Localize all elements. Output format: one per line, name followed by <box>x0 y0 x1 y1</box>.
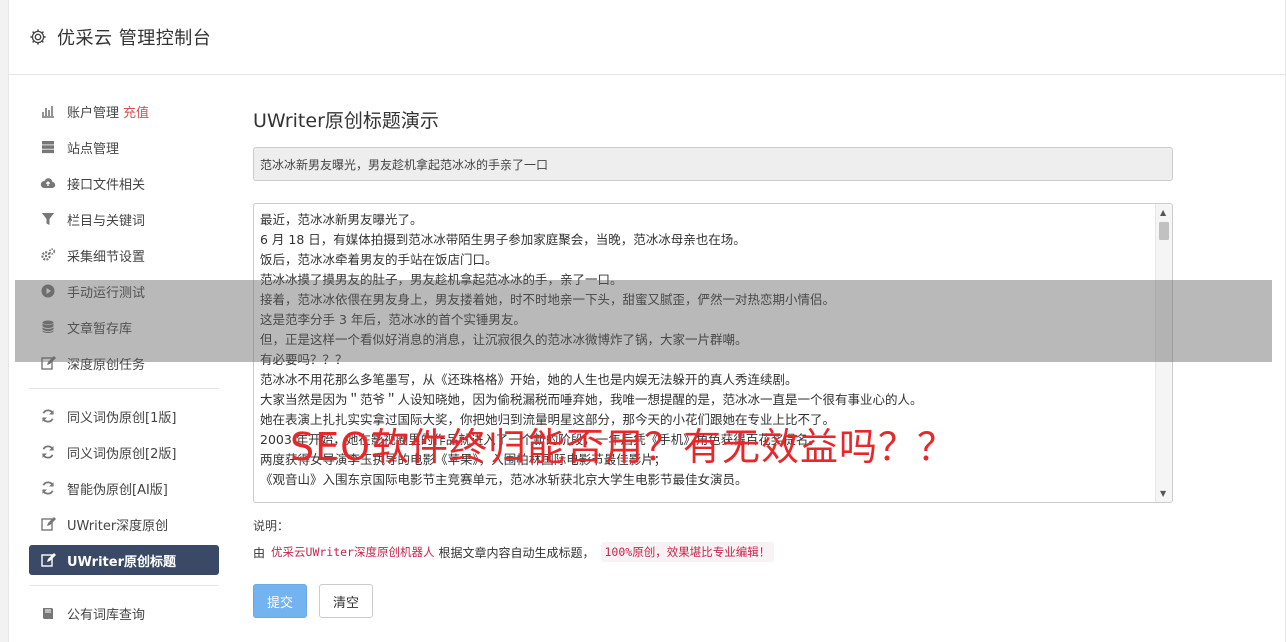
recharge-link[interactable]: 充值 <box>123 102 149 121</box>
page-title: UWriter原创标题演示 <box>253 110 439 132</box>
scroll-down-arrow-icon[interactable]: ▼ <box>1160 489 1166 498</box>
sidebar-item-account[interactable]: 账户管理 充值 <box>29 96 219 126</box>
content-line: 大家当然是因为＂范爷＂人设知晓她，因为偷税漏税而唾弃她，我唯一想提醒的是，范冰冰… <box>260 392 923 407</box>
scrollbar-thumb[interactable] <box>1159 222 1169 240</box>
sidebar-item-synonym-v1[interactable]: 同义词伪原创[1版] <box>29 401 219 431</box>
watermark-overlay-band <box>15 280 1272 362</box>
sidebar-item-label: 智能伪原创[AI版] <box>67 482 168 498</box>
sidebar-item-label: 接口文件相关 <box>67 177 146 193</box>
content-line: 《观音山》入围东京国际电影节主竞赛单元，范冰冰斩获北京大学生电影节最佳女演员。 <box>260 472 748 487</box>
refresh-icon <box>39 408 57 424</box>
sidebar-item-interface-files[interactable]: 接口文件相关 <box>29 168 219 198</box>
generated-title-value: 范冰冰新男友曝光，男友趁机拿起范冰冰的手亲了一口 <box>260 157 549 172</box>
sidebar-divider <box>29 388 219 389</box>
content-line: 范冰冰不用花那么多笔墨写，从《还珠格格》开始，她的人生也是内娱无法躲开的真人秀连… <box>260 372 798 387</box>
app-title: 优采云 管理控制台 <box>57 28 212 49</box>
note-middle: 根据文章内容自动生成标题， <box>438 545 595 560</box>
sidebar-item-label: 公有词库查询 <box>67 607 146 623</box>
watermark-overlay-text: SEO软件终归能否用？有无效益吗？？ <box>290 425 957 469</box>
note-label: 说明： <box>253 519 290 533</box>
filter-icon <box>39 211 57 227</box>
sidebar-item-label: UWriter深度原创 <box>67 518 169 534</box>
note-highlight: 100%原创，效果堪比专业编辑！ <box>600 542 775 562</box>
sidebar-item-sites[interactable]: 站点管理 <box>29 132 219 162</box>
sidebar-item-public-lexicon[interactable]: 公有词库查询 <box>29 598 219 628</box>
content-line: 最近，范冰冰新男友曝光了。 <box>260 212 423 227</box>
sidebar-item-label: 同义词伪原创[2版] <box>67 446 177 462</box>
content-line: 6 月 18 日，有媒体拍摄到范冰冰带陌生男子参加家庭聚会，当晚，范冰冰母亲也在… <box>260 232 746 247</box>
sidebar-item-label: 站点管理 <box>67 141 120 157</box>
refresh-icon <box>39 444 57 460</box>
server-icon <box>39 139 57 155</box>
sidebar-item-label: 采集细节设置 <box>67 249 146 265</box>
note-robot-name: 优采云UWriter深度原创机器人 <box>271 545 435 559</box>
sidebar: 账户管理 充值 站点管理 接口文件相关 栏目与关键词 采集细节设置 手动运行测试… <box>29 96 219 634</box>
note-text: 由 优采云UWriter深度原创机器人 根据文章内容自动生成标题， 100%原创… <box>253 542 1173 562</box>
header-bar: 优采云 管理控制台 <box>9 0 1285 75</box>
refresh-icon <box>39 480 57 496</box>
edit-icon <box>39 516 57 532</box>
sidebar-item-label: 账户管理 <box>67 105 120 121</box>
form-buttons: 提交 清空 <box>253 584 1173 618</box>
gear-icon <box>29 28 47 46</box>
note-prefix: 由 <box>253 545 266 560</box>
sidebar-divider <box>29 585 219 586</box>
cloud-upload-icon <box>39 175 57 191</box>
cogs-icon <box>39 247 57 263</box>
submit-button[interactable]: 提交 <box>253 584 307 618</box>
sidebar-item-synonym-v2[interactable]: 同义词伪原创[2版] <box>29 437 219 467</box>
generated-title-field[interactable]: 范冰冰新男友曝光，男友趁机拿起范冰冰的手亲了一口 <box>253 147 1173 181</box>
content-line: 饭后，范冰冰牵着男友的手站在饭店门口。 <box>260 252 498 267</box>
bar-chart-icon <box>39 103 57 119</box>
edit-icon <box>39 552 57 568</box>
sidebar-item-uwriter-deep[interactable]: UWriter深度原创 <box>29 509 219 539</box>
sidebar-item-label: UWriter原创标题 <box>67 554 176 570</box>
sidebar-item-label: 同义词伪原创[1版] <box>67 410 177 426</box>
sidebar-item-collect-settings[interactable]: 采集细节设置 <box>29 240 219 270</box>
clear-button[interactable]: 清空 <box>319 584 373 618</box>
scroll-up-arrow-icon[interactable]: ▲ <box>1160 208 1166 217</box>
book-icon <box>39 605 57 621</box>
sidebar-item-label: 栏目与关键词 <box>67 213 146 229</box>
sidebar-item-columns-keywords[interactable]: 栏目与关键词 <box>29 204 219 234</box>
sidebar-item-ai-pseudo-original[interactable]: 智能伪原创[AI版] <box>29 473 219 503</box>
sidebar-item-uwriter-title[interactable]: UWriter原创标题 <box>29 545 219 575</box>
